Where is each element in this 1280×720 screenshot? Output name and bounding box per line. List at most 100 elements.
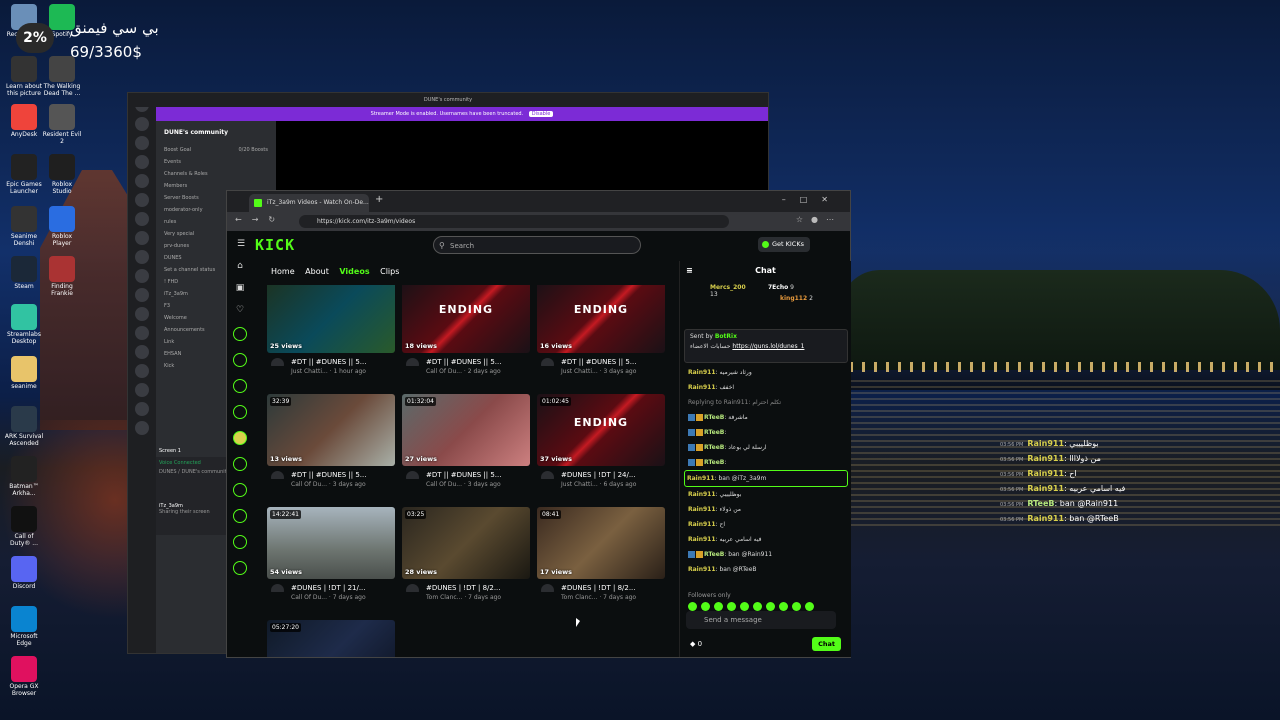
channel-avatar[interactable] — [233, 509, 247, 523]
video-thumbnail[interactable]: 08:41 17 views — [537, 507, 665, 579]
channel-avatar[interactable] — [233, 379, 247, 393]
server-icon[interactable] — [135, 307, 149, 321]
chat-username[interactable]: Rain911 — [688, 491, 716, 498]
video-card[interactable]: 25 views #DT || #DUNES || 5... Just Chatti… — [267, 285, 395, 377]
chat-message[interactable]: RTeeB: ban @Rain911 — [688, 547, 848, 562]
video-thumbnail[interactable]: ENDING 18 views — [402, 285, 530, 353]
new-tab-icon[interactable]: + — [375, 194, 383, 205]
home-icon[interactable]: ⌂ — [227, 261, 253, 271]
emote-icon[interactable] — [701, 602, 710, 611]
video-title[interactable]: #DUNES | !DT | 21/... — [267, 584, 395, 592]
chat-message[interactable]: Rain911: ban @iTz_3a9m — [684, 470, 848, 487]
server-icon[interactable] — [135, 174, 149, 188]
channel-avatar[interactable] — [233, 483, 247, 497]
server-icon[interactable] — [135, 193, 149, 207]
chat-username[interactable]: Rain911 — [688, 506, 716, 513]
video-card[interactable]: 32:39 13 views #DT || #DUNES || 5... Call O… — [267, 394, 395, 490]
window-controls[interactable]: –□✕ — [782, 195, 842, 204]
emote-icon[interactable] — [766, 602, 775, 611]
video-title[interactable]: #DT || #DUNES || 5... — [402, 358, 530, 366]
pin-link[interactable]: https://guns.lol/dunes_1 — [732, 343, 804, 350]
tab-about[interactable]: About — [305, 267, 329, 276]
chat-username[interactable]: Rain911 — [688, 566, 716, 573]
emote-icon[interactable] — [779, 602, 788, 611]
video-card[interactable]: 14:22:41 54 views #DUNES | !DT | 21/... Cal… — [267, 507, 395, 603]
server-icon[interactable] — [135, 117, 149, 131]
channel-avatar[interactable] — [233, 431, 247, 445]
desktop-icon[interactable]: Discord — [4, 556, 44, 590]
chat-message[interactable]: Rain911: ورثاد شيرميه — [688, 365, 848, 380]
server-icon[interactable] — [135, 155, 149, 169]
video-title[interactable]: #DT || #DUNES || 5... — [267, 358, 395, 366]
chat-username[interactable]: RTeeB — [704, 429, 724, 436]
server-icon[interactable] — [135, 288, 149, 302]
desktop-icon[interactable]: Learn about this picture — [4, 56, 44, 97]
video-card[interactable]: ENDING 01:02:45 37 views #DUNES | !DT | 24/… — [537, 394, 665, 490]
video-thumbnail[interactable]: 14:22:41 54 views — [267, 507, 395, 579]
tab-home[interactable]: Home — [271, 267, 295, 276]
chat-username[interactable]: Rain911 — [688, 369, 716, 376]
chat-message[interactable]: Rain911: ban @RTeeB — [688, 562, 848, 577]
chat-message[interactable]: Rain911: فيه اسامي عربيه — [688, 532, 848, 547]
channel-avatar[interactable] — [233, 535, 247, 549]
chat-message[interactable]: RTeeB: ارسلة لي بوعاد — [688, 440, 848, 455]
video-thumbnail[interactable]: 32:39 13 views — [267, 394, 395, 466]
get-kicks-button[interactable]: Get KICKs — [757, 237, 810, 252]
channel-avatar[interactable] — [233, 327, 247, 341]
video-thumbnail[interactable]: ENDING 16 views — [537, 285, 665, 353]
desktop-icon[interactable]: Steam — [4, 256, 44, 290]
server-icon[interactable] — [135, 136, 149, 150]
server-icon[interactable] — [135, 345, 149, 359]
channel-item[interactable]: Channels & Roles — [156, 168, 276, 180]
video-title[interactable]: #DUNES | !DT | 8/2... — [402, 584, 530, 592]
browser-tab[interactable]: iTz_3a9m Videos - Watch On-De... — [249, 194, 369, 212]
video-card[interactable]: 01:32:04 27 views #DT || #DUNES || 5... Cal… — [402, 394, 530, 490]
video-title[interactable]: #DUNES | !DT | 24/... — [537, 471, 665, 479]
video-thumbnail[interactable]: 03:25 28 views — [402, 507, 530, 579]
server-name[interactable]: DUNE's community — [156, 121, 276, 144]
server-icon[interactable] — [135, 269, 149, 283]
video-title[interactable]: #DT || #DUNES || 5... — [402, 471, 530, 479]
chat-message[interactable]: Rain911: اح — [688, 517, 848, 532]
video-card[interactable]: ENDING 18 views #DT || #DUNES || 5... Call … — [402, 285, 530, 377]
video-card[interactable]: 03:25 28 views #DUNES | !DT | 8/2... Tom Cl… — [402, 507, 530, 603]
emote-icon[interactable] — [727, 602, 736, 611]
video-thumbnail[interactable]: 01:32:04 27 views — [402, 394, 530, 466]
toolbar-icons[interactable]: ☆●⋯ — [796, 215, 842, 224]
chat-username[interactable]: Rain911 — [688, 384, 716, 391]
video-card[interactable]: 05:27:20 — [267, 620, 395, 657]
server-icon[interactable] — [135, 383, 149, 397]
following-icon[interactable]: ♡ — [227, 305, 253, 315]
server-icon[interactable] — [135, 326, 149, 340]
desktop-icon[interactable]: Streamlabs Desktop — [4, 304, 44, 345]
chat-message[interactable]: Rain911: بوظلييبي — [688, 487, 848, 502]
chat-message[interactable]: Rain911: من ذولاء — [688, 502, 848, 517]
chat-message[interactable]: Rain911: اخفف — [688, 380, 848, 395]
channel-avatar[interactable] — [233, 457, 247, 471]
desktop-icon[interactable]: seanime — [4, 356, 44, 390]
chat-username[interactable]: RTeeB — [704, 459, 724, 466]
desktop-icon[interactable]: Finding Frankie — [42, 256, 82, 297]
desktop-icon[interactable]: Call of Duty® ... — [4, 506, 44, 547]
video-title[interactable]: #DUNES | !DT | 8/2... — [537, 584, 665, 592]
desktop-icon[interactable]: AnyDesk — [4, 104, 44, 138]
emote-icon[interactable] — [792, 602, 801, 611]
emote-icon[interactable] — [714, 602, 723, 611]
video-title[interactable]: #DT || #DUNES || 5... — [267, 471, 395, 479]
video-title[interactable]: #DT || #DUNES || 5... — [537, 358, 665, 366]
video-thumbnail[interactable]: ENDING 01:02:45 37 views — [537, 394, 665, 466]
collapse-chat-icon[interactable]: ≡ — [686, 261, 693, 281]
emote-icon[interactable] — [753, 602, 762, 611]
channel-avatar[interactable] — [233, 353, 247, 367]
video-thumbnail[interactable]: 05:27:20 — [267, 620, 395, 657]
chat-username[interactable]: RTeeB — [704, 414, 724, 421]
desktop-icon[interactable]: ARK Survival Ascended — [4, 406, 44, 447]
server-icon[interactable] — [135, 212, 149, 226]
emote-icon[interactable] — [740, 602, 749, 611]
nav-buttons[interactable]: ←→↻ — [235, 215, 285, 224]
desktop-icon[interactable]: Roblox Studio — [42, 154, 82, 195]
chat-username[interactable]: Rain911 — [688, 521, 716, 528]
menu-icon[interactable]: ☰ — [237, 239, 245, 249]
desktop-icon[interactable]: Seanime Denshi — [4, 206, 44, 247]
chat-username[interactable]: RTeeB — [704, 551, 724, 558]
